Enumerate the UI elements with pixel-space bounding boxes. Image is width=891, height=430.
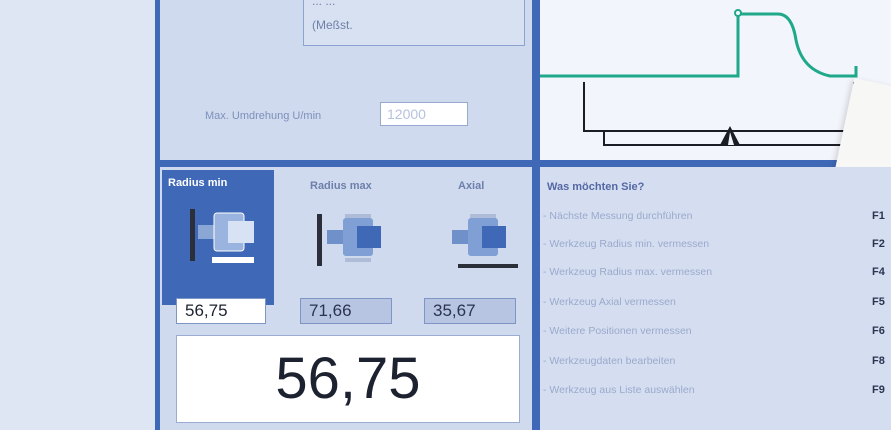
- col-title-radius-max: Radius max: [310, 180, 372, 192]
- menu-item-radius-max[interactable]: - Werkzeug Radius max. vermessen: [543, 266, 712, 278]
- radius-max-tool-icon[interactable]: [315, 210, 395, 279]
- menu-key: F8: [872, 355, 885, 367]
- holder-outline: [583, 82, 854, 132]
- frame-line: [155, 160, 891, 167]
- radius-max-value[interactable]: 71,66: [300, 298, 392, 324]
- menu-item-select-from-list[interactable]: - Werkzeug aus Liste auswählen: [543, 384, 695, 396]
- profile-point: [734, 9, 742, 17]
- menu-title: Was möchten Sie?: [547, 181, 645, 193]
- frame-line: [532, 0, 540, 430]
- max-rpm-input[interactable]: 12000: [380, 102, 468, 126]
- menu-key: F2: [872, 238, 885, 250]
- holder-base: [603, 131, 880, 146]
- menu-item-axial[interactable]: - Werkzeug Axial vermessen: [543, 296, 676, 308]
- menu-key: F5: [872, 296, 885, 308]
- tool-profile-drawing: [540, 0, 891, 160]
- axial-value[interactable]: 35,67: [424, 298, 516, 324]
- radius-min-tool-icon[interactable]: [188, 205, 268, 274]
- col-title-axial: Axial: [458, 180, 485, 192]
- col-title-radius-min: Radius min: [168, 177, 228, 189]
- menu-key: F1: [872, 210, 885, 222]
- menu-item-next-measurement[interactable]: - Nächste Messung durchführen: [543, 210, 692, 222]
- menu-key: F9: [872, 384, 885, 396]
- axial-tool-icon[interactable]: [448, 210, 528, 279]
- menu-item-radius-min[interactable]: - Werkzeug Radius min. vermessen: [543, 238, 709, 250]
- menu-item-edit-tool-data[interactable]: - Werkzeugdaten bearbeiten: [543, 355, 675, 367]
- info-line-2: (Meßst.: [312, 18, 353, 32]
- current-measurement-display: 56,75: [176, 335, 520, 423]
- info-box: ... ... (Meßst.: [303, 0, 525, 46]
- menu-item-more-positions[interactable]: - Weitere Positionen vermessen: [543, 325, 692, 337]
- tool-profile-svg: [540, 9, 880, 146]
- max-rpm-label: Max. Umdrehung U/min: [205, 110, 322, 122]
- menu-key: F4: [872, 266, 885, 278]
- profile-contour: [540, 12, 858, 78]
- radius-min-value[interactable]: 56,75: [176, 298, 266, 324]
- info-line-1: ... ...: [312, 0, 336, 8]
- menu-key: F6: [872, 325, 885, 337]
